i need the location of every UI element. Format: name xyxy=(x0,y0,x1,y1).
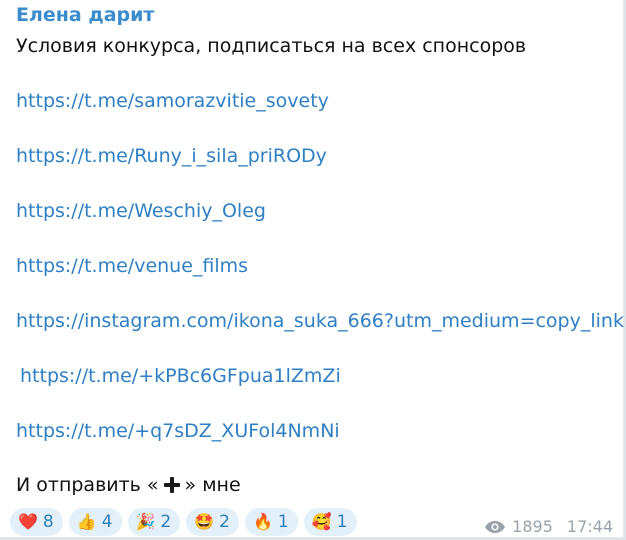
reaction-count: 1 xyxy=(336,512,348,532)
red-heart-icon: ❤️ xyxy=(18,512,38,531)
message-meta: 1895 17:44 xyxy=(484,517,613,536)
reaction-count: 4 xyxy=(101,512,113,532)
smiling-face-with-hearts-icon: 🥰 xyxy=(311,512,332,531)
star-struck-icon: 🤩 xyxy=(194,512,215,531)
reaction-heart[interactable]: ❤️ 8 xyxy=(10,508,63,536)
fire-icon: 🔥 xyxy=(253,512,273,531)
reactions-bar: ❤️ 8 👍 4 🎉 2 🤩 2 🔥 1 🥰 1 xyxy=(10,508,357,536)
reaction-count: 8 xyxy=(42,512,54,532)
heavy-plus-icon xyxy=(163,476,181,494)
sender-name[interactable]: Елена дарит xyxy=(16,4,154,26)
reaction-fire[interactable]: 🔥 1 xyxy=(245,508,298,536)
reaction-count: 1 xyxy=(277,512,289,532)
link-invite-kpbc[interactable]: https://t.me/+kPBc6GFpua1lZmZi xyxy=(20,365,341,387)
eye-icon xyxy=(485,520,506,533)
link-runy-i-sila-priRODy[interactable]: https://t.me/Runy_i_sila_priRODy xyxy=(16,145,327,167)
link-instagram-ikona[interactable]: https://instagram.com/ikona_suka_666?utm… xyxy=(16,310,624,332)
reaction-party-popper[interactable]: 🎉 2 xyxy=(127,508,181,536)
link-weschiy-oleg[interactable]: https://t.me/Weschiy_Oleg xyxy=(16,200,266,222)
message-text-intro: Условия конкурса, подписаться на всех сп… xyxy=(16,35,527,57)
reaction-smiling-hearts[interactable]: 🥰 1 xyxy=(303,508,357,536)
reaction-star-struck[interactable]: 🤩 2 xyxy=(186,508,239,536)
message-time: 17:44 xyxy=(566,517,613,536)
thumbs-up-icon: 👍 xyxy=(76,512,97,531)
party-popper-icon: 🎉 xyxy=(135,512,156,531)
outro-text-before: И отправить « xyxy=(16,474,159,496)
link-samorazvitie-sovety[interactable]: https://t.me/samorazvitie_sovety xyxy=(16,90,329,112)
reaction-count: 2 xyxy=(160,512,172,532)
outro-text-after: » мне xyxy=(184,474,241,496)
message-bubble: Елена дарит Условия конкурса, подписатьс… xyxy=(0,0,624,538)
link-venue-films[interactable]: https://t.me/venue_films xyxy=(16,255,248,277)
message-text-outro: И отправить « » мне xyxy=(16,474,241,496)
view-count: 1895 xyxy=(512,517,553,536)
link-invite-q7sdz[interactable]: https://t.me/+q7sDZ_XUFol4NmNi xyxy=(16,420,340,442)
reaction-count: 2 xyxy=(219,512,230,532)
reaction-thumbs-up[interactable]: 👍 4 xyxy=(68,508,122,536)
